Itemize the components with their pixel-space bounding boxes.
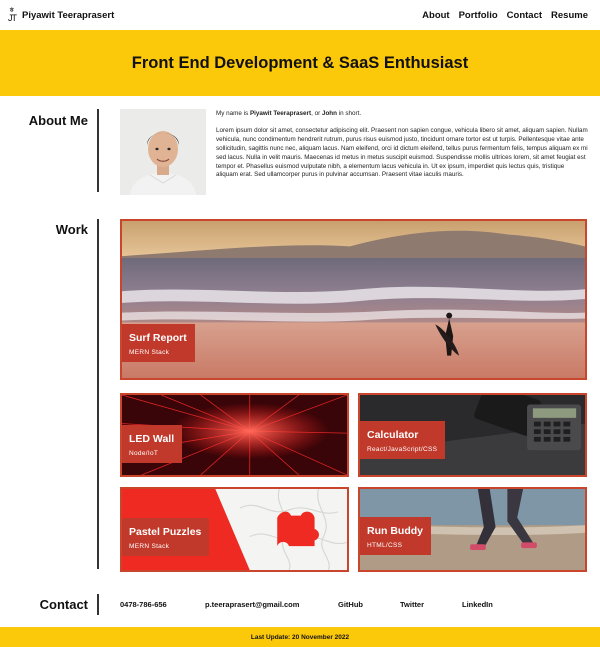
footer: Last Update: 20 November 2022 bbox=[0, 627, 600, 647]
contact-github-link[interactable]: GitHub bbox=[338, 600, 400, 609]
contact-heading: Contact bbox=[39, 597, 88, 612]
project-card-run-buddy[interactable]: Run Buddy HTML/CSS bbox=[358, 487, 587, 572]
brand-name[interactable]: Piyawit Teeraprasert bbox=[22, 10, 114, 21]
project-title: Surf Report bbox=[129, 332, 187, 344]
project-label: Surf Report MERN Stack bbox=[122, 324, 195, 362]
contact-email[interactable]: p.teeraprasert@gmail.com bbox=[205, 600, 338, 609]
nav-link-about[interactable]: About bbox=[422, 10, 449, 21]
profile-photo bbox=[120, 109, 206, 195]
contact-divider bbox=[97, 594, 99, 615]
project-card-calculator[interactable]: Calculator React/JavaScript/CSS bbox=[358, 393, 587, 477]
project-stack: Node/IoT bbox=[129, 450, 159, 457]
project-card-led-wall[interactable]: LED Wall Node/IoT bbox=[120, 393, 349, 477]
intro-mid: , or bbox=[311, 110, 322, 117]
about-text: My name is Piyawit Teeraprasert, or John… bbox=[216, 110, 588, 180]
project-label: Pastel Puzzles MERN Stack bbox=[122, 518, 210, 556]
contact-phone[interactable]: 0478-786-656 bbox=[120, 600, 205, 609]
nav-link-portfolio[interactable]: Portfolio bbox=[459, 10, 498, 21]
hero-title: Front End Development & SaaS Enthusiast bbox=[131, 53, 469, 72]
logo-icon: ㅎ JT bbox=[8, 7, 18, 23]
nav-link-contact[interactable]: Contact bbox=[507, 10, 542, 21]
project-stack: React/JavaScript/CSS bbox=[367, 446, 438, 453]
contact-links: 0478-786-656 p.teeraprasert@gmail.com Gi… bbox=[120, 600, 493, 609]
project-label: Run Buddy HTML/CSS bbox=[360, 517, 431, 555]
contact-twitter-link[interactable]: Twitter bbox=[400, 600, 462, 609]
intro-name: Piyawit Teeraprasert bbox=[249, 110, 312, 117]
intro-suffix: in short. bbox=[337, 110, 362, 117]
about-body: Lorem ipsum dolor sit amet, consectetur … bbox=[216, 126, 588, 179]
work-divider bbox=[97, 219, 99, 569]
project-card-pastel-puzzles[interactable]: Pastel Puzzles MERN Stack bbox=[120, 487, 349, 572]
top-nav: ㅎ JT Piyawit Teeraprasert About Portfoli… bbox=[0, 0, 600, 30]
project-stack: HTML/CSS bbox=[367, 542, 403, 549]
about-intro: My name is Piyawit Teeraprasert, or John… bbox=[216, 110, 588, 119]
project-stack: MERN Stack bbox=[129, 349, 170, 356]
project-label: Calculator React/JavaScript/CSS bbox=[360, 421, 446, 459]
brand[interactable]: ㅎ JT Piyawit Teeraprasert bbox=[8, 7, 114, 23]
project-title: LED Wall bbox=[129, 433, 175, 445]
project-label: LED Wall Node/IoT bbox=[122, 425, 183, 463]
last-update-text: Last Update: 20 November 2022 bbox=[250, 633, 350, 641]
project-title: Run Buddy bbox=[367, 525, 423, 537]
nav-link-resume[interactable]: Resume bbox=[551, 10, 588, 21]
work-heading: Work bbox=[55, 222, 88, 237]
about-heading: About Me bbox=[28, 113, 88, 128]
project-title: Calculator bbox=[367, 429, 419, 441]
nav-links: About Portfolio Contact Resume bbox=[422, 10, 588, 21]
intro-prefix: My name is bbox=[216, 110, 250, 117]
logo-mark-bottom: JT bbox=[8, 13, 17, 23]
intro-nickname: John bbox=[321, 110, 337, 117]
hero-banner: Front End Development & SaaS Enthusiast bbox=[0, 30, 600, 96]
about-divider bbox=[97, 109, 99, 192]
project-stack: MERN Stack bbox=[129, 543, 170, 550]
contact-linkedin-link[interactable]: LinkedIn bbox=[462, 600, 493, 609]
project-title: Pastel Puzzles bbox=[129, 526, 202, 538]
project-card-surf-report[interactable]: Surf Report MERN Stack bbox=[120, 219, 587, 380]
